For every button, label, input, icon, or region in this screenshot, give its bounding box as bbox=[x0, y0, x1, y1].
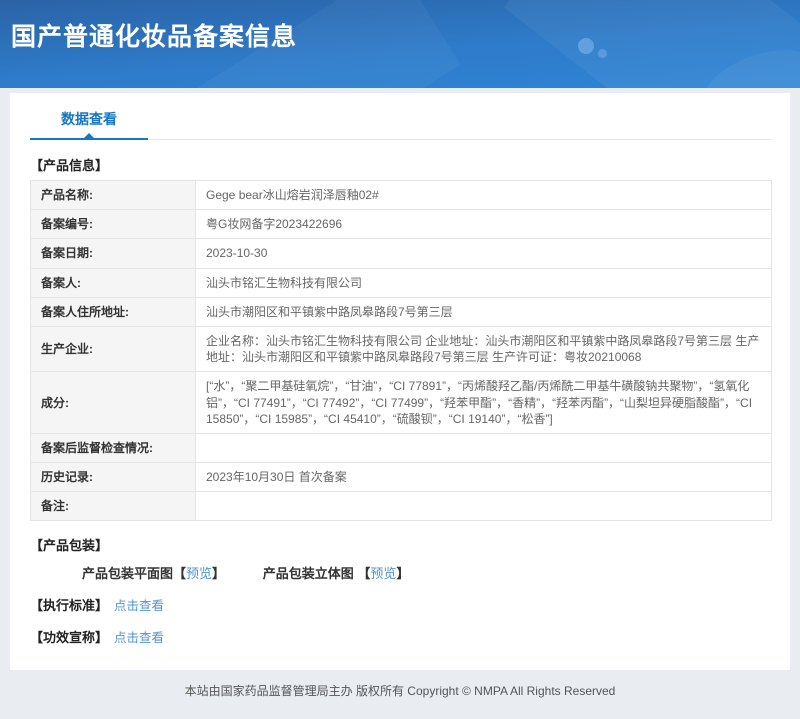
table-row-product-name: 产品名称: Gege bear冰山熔岩润泽唇釉02# bbox=[30, 179, 772, 211]
row-label: 备案人: bbox=[30, 267, 196, 298]
row-label: 备案后监督检查情况: bbox=[30, 432, 196, 464]
standards-label: 【执行标准】 bbox=[30, 598, 109, 614]
row-label: 备案编号: bbox=[30, 209, 196, 240]
tab-data-view[interactable]: 数据查看 bbox=[30, 109, 148, 140]
standards-row: 【执行标准】 点击查看 bbox=[30, 595, 790, 614]
row-value: 企业名称：汕头市铭汇生物科技有限公司 企业地址：汕头市潮阳区和平镇紫中路凤皋路段… bbox=[195, 325, 772, 373]
row-value bbox=[195, 432, 772, 464]
page-footer: 本站由国家药品监督管理局主办 版权所有 Copyright © NMPA All… bbox=[0, 670, 800, 719]
packaging-3d-label: 产品包装立体图 bbox=[262, 566, 358, 582]
page-title: 国产普通化妆品备案信息 bbox=[11, 23, 298, 51]
row-value: 汕头市潮阳区和平镇紫中路凤皋路段7号第三层 bbox=[195, 296, 772, 327]
efficacy-label: 【功效宣称】 bbox=[30, 630, 109, 646]
row-label: 产品名称: bbox=[30, 179, 196, 211]
page-header: 国产普通化妆品备案信息 bbox=[0, 0, 800, 88]
header-decoration-dot bbox=[578, 38, 594, 54]
row-label: 备案日期: bbox=[30, 238, 196, 269]
table-row-registrant-address: 备案人住所地址: 汕头市潮阳区和平镇紫中路凤皋路段7号第三层 bbox=[30, 296, 772, 327]
header-decoration-dot bbox=[598, 49, 607, 58]
standards-view-link[interactable]: 点击查看 bbox=[114, 599, 164, 613]
packaging-flat-label: 产品包装平面图 bbox=[82, 566, 174, 582]
table-row-history: 历史记录: 2023年10月30日 首次备案 bbox=[30, 462, 772, 493]
row-value: [“水”，“聚二甲基硅氧烷”，“甘油”，“CI 77891”，“丙烯酸羟乙酯/丙… bbox=[195, 371, 772, 434]
page: 国产普通化妆品备案信息 数据查看 【产品信息】 产品名称: Gege bear冰… bbox=[0, 0, 800, 719]
table-row-remarks: 备注: bbox=[30, 491, 772, 522]
table-row-supervision: 备案后监督检查情况: bbox=[30, 432, 772, 464]
table-row-registrant: 备案人: 汕头市铭汇生物科技有限公司 bbox=[30, 267, 772, 298]
row-label: 历史记录: bbox=[30, 462, 196, 493]
header-decoration bbox=[503, 0, 800, 88]
bracket-open: 【 bbox=[173, 566, 187, 582]
efficacy-row: 【功效宣称】 点击查看 bbox=[30, 627, 790, 646]
row-value bbox=[195, 491, 772, 522]
efficacy-view-link[interactable]: 点击查看 bbox=[114, 631, 164, 645]
product-info-table: 产品名称: Gege bear冰山熔岩润泽唇釉02# 备案编号: 粤G妆网备字2… bbox=[30, 179, 772, 522]
row-value: 粤G妆网备字2023422696 bbox=[195, 209, 772, 240]
bracket-open: 【 bbox=[357, 566, 371, 582]
row-value: 汕头市铭汇生物科技有限公司 bbox=[195, 267, 772, 298]
section-packaging-title: 【产品包装】 bbox=[30, 538, 109, 554]
row-value: 2023-10-30 bbox=[195, 238, 772, 269]
row-label: 备案人住所地址: bbox=[30, 296, 196, 327]
row-value: 2023年10月30日 首次备案 bbox=[195, 462, 772, 493]
row-value: Gege bear冰山熔岩润泽唇釉02# bbox=[195, 179, 772, 211]
packaging-flat-item: 产品包装平面图【预览】 bbox=[82, 566, 229, 581]
header-decoration bbox=[693, 36, 800, 88]
content-card: 数据查看 【产品信息】 产品名称: Gege bear冰山熔岩润泽唇釉02# 备… bbox=[10, 93, 790, 671]
bracket-close: 】 bbox=[396, 566, 410, 582]
packaging-3d-preview-link[interactable]: 预览 bbox=[370, 566, 396, 581]
row-label: 备注: bbox=[30, 491, 196, 522]
table-row-registration-number: 备案编号: 粤G妆网备字2023422696 bbox=[30, 209, 772, 240]
section-product-info-title: 【产品信息】 bbox=[30, 158, 109, 173]
tab-bar: 数据查看 bbox=[30, 93, 772, 140]
packaging-row: 产品包装平面图【预览】 产品包装立体图 【预览】 bbox=[82, 563, 790, 582]
row-label: 生产企业: bbox=[30, 325, 196, 373]
footer-copyright: 本站由国家药品监督管理局主办 版权所有 Copyright © NMPA All… bbox=[184, 684, 616, 699]
table-row-ingredients: 成分: [“水”，“聚二甲基硅氧烷”，“甘油”，“CI 77891”，“丙烯酸羟… bbox=[30, 371, 772, 434]
bracket-close: 】 bbox=[212, 566, 226, 582]
row-label: 成分: bbox=[30, 371, 196, 434]
packaging-3d-item: 产品包装立体图 【预览】 bbox=[263, 566, 410, 581]
packaging-flat-preview-link[interactable]: 预览 bbox=[186, 566, 212, 581]
table-row-manufacturer: 生产企业: 企业名称：汕头市铭汇生物科技有限公司 企业地址：汕头市潮阳区和平镇紫… bbox=[30, 325, 772, 373]
table-row-registration-date: 备案日期: 2023-10-30 bbox=[30, 238, 772, 269]
